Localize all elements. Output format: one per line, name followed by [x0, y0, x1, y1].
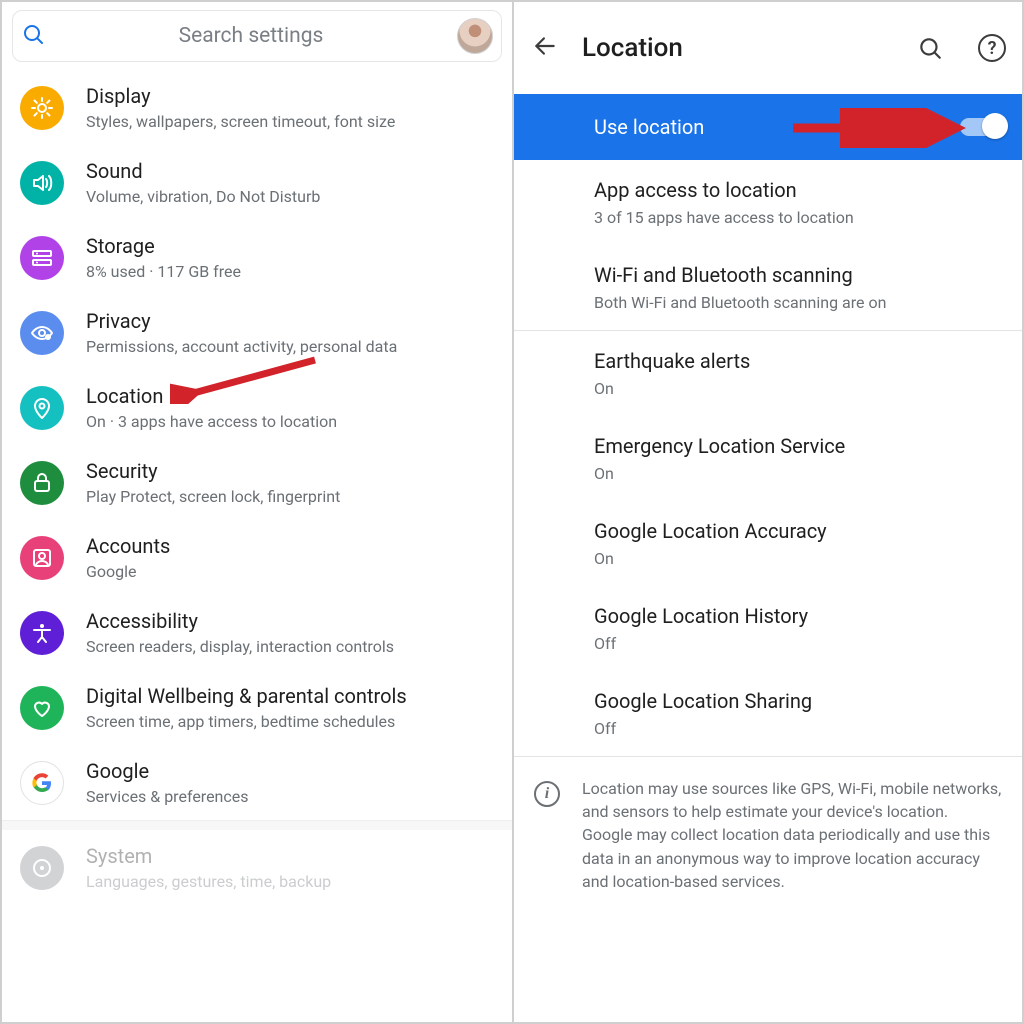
row-title: Display: [86, 84, 395, 108]
google-icon: [20, 761, 64, 805]
settings-row-google[interactable]: Google Services & preferences: [2, 745, 512, 820]
row-title: Privacy: [86, 309, 397, 333]
row-subtitle: Languages, gestures, time, backup: [86, 872, 331, 891]
row-title: Wi-Fi and Bluetooth scanning: [594, 263, 1004, 287]
settings-row-privacy[interactable]: Privacy Permissions, account activity, p…: [2, 295, 512, 370]
settings-row-security[interactable]: Security Play Protect, screen lock, fing…: [2, 445, 512, 520]
location-row-google-accuracy[interactable]: Google Location Accuracy On: [514, 501, 1022, 586]
row-title: Digital Wellbeing & parental controls: [86, 684, 407, 708]
back-button[interactable]: [532, 33, 558, 63]
display-icon: [20, 86, 64, 130]
row-title: Accounts: [86, 534, 170, 558]
help-icon[interactable]: ?: [978, 34, 1006, 62]
row-title: System: [86, 844, 331, 868]
search-settings-bar[interactable]: Search settings: [12, 10, 502, 62]
location-settings-pane: Location ? Use location App access to lo…: [512, 2, 1022, 1022]
location-row-google-history[interactable]: Google Location History Off: [514, 586, 1022, 671]
row-title: Google Location Sharing: [594, 689, 1004, 713]
info-text: Location may use sources like GPS, Wi-Fi…: [582, 777, 1002, 893]
row-title: Google Location Accuracy: [594, 519, 1004, 543]
row-subtitle: On · 3 apps have access to location: [86, 412, 337, 431]
search-placeholder: Search settings: [55, 24, 447, 48]
search-icon: [21, 22, 45, 50]
location-row-emergency-location[interactable]: Emergency Location Service On: [514, 416, 1022, 501]
location-row-app-access[interactable]: App access to location 3 of 15 apps have…: [514, 160, 1022, 245]
info-block: i Location may use sources like GPS, Wi-…: [514, 756, 1022, 921]
row-title: Location: [86, 384, 337, 408]
search-icon[interactable]: [916, 34, 944, 62]
settings-row-storage[interactable]: Storage 8% used · 117 GB free: [2, 220, 512, 295]
row-subtitle: On: [594, 379, 1004, 398]
row-subtitle: On: [594, 549, 1004, 568]
row-subtitle: Play Protect, screen lock, fingerprint: [86, 487, 340, 506]
settings-row-location[interactable]: Location On · 3 apps have access to loca…: [2, 370, 512, 445]
privacy-icon: [20, 311, 64, 355]
row-subtitle: Screen readers, display, interaction con…: [86, 637, 394, 656]
page-title: Location: [582, 33, 882, 63]
settings-list: Display Styles, wallpapers, screen timeo…: [2, 68, 512, 905]
row-subtitle: On: [594, 464, 1004, 483]
accessibility-icon: [20, 611, 64, 655]
info-icon: i: [534, 781, 560, 807]
settings-row-display[interactable]: Display Styles, wallpapers, screen timeo…: [2, 70, 512, 145]
annotation-arrow-icon: [788, 108, 968, 148]
row-title: Emergency Location Service: [594, 434, 1004, 458]
location-row-google-sharing[interactable]: Google Location Sharing Off: [514, 671, 1022, 756]
location-row-earthquake-alerts[interactable]: Earthquake alerts On: [514, 331, 1022, 416]
security-icon: [20, 461, 64, 505]
list-divider: [2, 820, 512, 830]
row-subtitle: 3 of 15 apps have access to location: [594, 208, 1004, 227]
row-subtitle: Volume, vibration, Do Not Disturb: [86, 187, 320, 206]
row-subtitle: Services & preferences: [86, 787, 249, 806]
wellbeing-icon: [20, 686, 64, 730]
use-location-row[interactable]: Use location: [514, 94, 1022, 160]
row-subtitle: Both Wi-Fi and Bluetooth scanning are on: [594, 293, 1004, 312]
location-list: App access to location 3 of 15 apps have…: [514, 160, 1022, 756]
row-subtitle: Screen time, app timers, bedtime schedul…: [86, 712, 407, 731]
row-title: Google Location History: [594, 604, 1004, 628]
row-subtitle: 8% used · 117 GB free: [86, 262, 241, 281]
settings-row-sound[interactable]: Sound Volume, vibration, Do Not Disturb: [2, 145, 512, 220]
system-icon: [20, 846, 64, 890]
app-bar: Location ?: [514, 2, 1022, 94]
row-subtitle: Styles, wallpapers, screen timeout, font…: [86, 112, 395, 131]
row-title: Security: [86, 459, 340, 483]
row-title: Sound: [86, 159, 320, 183]
settings-row-system[interactable]: System Languages, gestures, time, backup: [2, 830, 512, 905]
location-icon: [20, 386, 64, 430]
row-title: App access to location: [594, 178, 1004, 202]
settings-row-wellbeing[interactable]: Digital Wellbeing & parental controls Sc…: [2, 670, 512, 745]
row-subtitle: Off: [594, 719, 1004, 738]
use-location-label: Use location: [594, 115, 704, 139]
sound-icon: [20, 161, 64, 205]
row-subtitle: Google: [86, 562, 170, 581]
row-title: Google: [86, 759, 249, 783]
row-title: Storage: [86, 234, 241, 258]
settings-main-pane: Search settings Display Styles, wallpape…: [2, 2, 512, 1022]
storage-icon: [20, 236, 64, 280]
profile-avatar[interactable]: [457, 18, 493, 54]
settings-row-accounts[interactable]: Accounts Google: [2, 520, 512, 595]
row-subtitle: Off: [594, 634, 1004, 653]
row-subtitle: Permissions, account activity, personal …: [86, 337, 397, 356]
settings-row-accessibility[interactable]: Accessibility Screen readers, display, i…: [2, 595, 512, 670]
location-row-wifi-bt-scanning[interactable]: Wi-Fi and Bluetooth scanning Both Wi-Fi …: [514, 245, 1022, 330]
row-title: Earthquake alerts: [594, 349, 1004, 373]
use-location-toggle[interactable]: [960, 118, 1004, 136]
row-title: Accessibility: [86, 609, 394, 633]
accounts-icon: [20, 536, 64, 580]
